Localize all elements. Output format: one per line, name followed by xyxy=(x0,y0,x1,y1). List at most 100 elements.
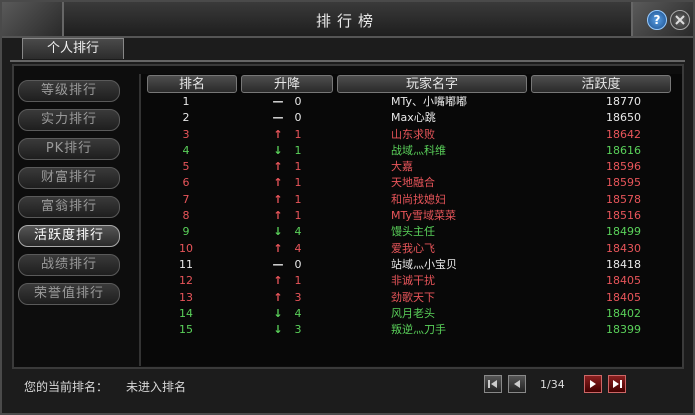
player-name-cell: 天地融合 xyxy=(391,176,435,190)
sidebar-item-4[interactable]: 富翁排行 xyxy=(18,196,120,218)
category-sidebar: 等级排行实力排行 PK排行财富排行富翁排行活跃度排行战绩排行荣誉值排行 xyxy=(18,80,126,312)
rank-cell: 5 xyxy=(182,160,190,174)
help-button[interactable]: ? xyxy=(647,10,667,30)
sidebar-item-7[interactable]: 荣誉值排行 xyxy=(18,283,120,305)
activity-score-cell: 18399 xyxy=(606,323,641,337)
table-row[interactable]: 10 ↑ 4 爱我心飞 18430 xyxy=(141,241,682,257)
first-page-button[interactable] xyxy=(484,375,502,393)
change-value-cell: 4 xyxy=(294,225,302,239)
table-row[interactable]: 12 ↑ 1 非诚干扰 18405 xyxy=(141,273,682,289)
table-row[interactable]: 1 — 0 MTy、小嘴嘟嘟 18770 xyxy=(141,94,682,110)
change-arrow-icon: ↑ xyxy=(273,290,283,304)
change-arrow-icon: — xyxy=(272,95,284,108)
table-row[interactable]: 3 ↑ 1 山东求败 18642 xyxy=(141,127,682,143)
table-row[interactable]: 7 ↑ 1 和尚找媳妇 18578 xyxy=(141,192,682,208)
current-rank-label: 您的当前排名： xyxy=(24,380,109,394)
prev-page-icon xyxy=(514,380,520,388)
ranking-table: 排名 升降 玩家名字 活跃度 1—0 MTy、小嘴嘟嘟 18770 2—0 Max心跳 1… xyxy=(139,74,682,366)
next-page-button[interactable] xyxy=(584,375,602,393)
rank-cell: 2 xyxy=(182,111,190,125)
activity-score-cell: 18616 xyxy=(606,143,641,157)
last-page-button[interactable] xyxy=(608,375,626,393)
player-name-cell: 馒头主任 xyxy=(391,225,435,239)
header-change: 升降 xyxy=(241,75,333,93)
change-arrow-icon: ↓ xyxy=(273,323,283,337)
change-arrow-icon: ↑ xyxy=(273,241,283,255)
activity-score-cell: 18405 xyxy=(606,290,641,304)
title-bar: 排行榜 ? xyxy=(2,2,693,38)
header-rank: 排名 xyxy=(147,75,237,93)
activity-score-cell: 18418 xyxy=(606,257,641,271)
close-icon xyxy=(675,15,685,25)
first-page-icon xyxy=(488,380,497,388)
change-value-cell: 1 xyxy=(294,209,302,223)
table-row[interactable]: 14 ↓ 4 风月老头 18402 xyxy=(141,306,682,322)
sidebar-item-5[interactable]: 活跃度排行 xyxy=(18,225,120,247)
activity-score-cell: 18578 xyxy=(606,192,641,206)
sidebar-item-6[interactable]: 战绩排行 xyxy=(18,254,120,276)
prev-page-button[interactable] xyxy=(508,375,526,393)
player-name-cell: 非诚干扰 xyxy=(391,274,435,288)
change-value-cell: 1 xyxy=(294,176,302,190)
table-row[interactable]: 6 ↑ 1 天地融合 18595 xyxy=(141,175,682,191)
change-value-cell: 1 xyxy=(294,274,302,288)
change-value-cell: 0 xyxy=(294,95,302,108)
activity-score-cell: 18596 xyxy=(606,160,641,174)
table-body: 1—0 MTy、小嘴嘟嘟 18770 2—0 Max心跳 18650 3 ↑ 1 山东求败 1864… xyxy=(141,94,682,338)
ranking-window: 排行榜 ? 个人排行 等级排行实力排行 PK排行财富排行富翁排行活跃度排行战绩排行… xyxy=(0,0,695,415)
player-name-cell: 叛逆灬刀手 xyxy=(391,323,446,337)
change-arrow-icon: ↑ xyxy=(273,274,283,288)
tab-bar: 个人排行 xyxy=(10,38,685,62)
change-arrow-icon: ↓ xyxy=(273,225,283,239)
sidebar-item-1[interactable]: 实力排行 xyxy=(18,109,120,131)
table-row[interactable]: 9 ↓ 4 馒头主任 18499 xyxy=(141,224,682,240)
change-arrow-icon: — xyxy=(272,111,284,125)
table-row[interactable]: 13 ↑ 3 劲歌天下 18405 xyxy=(141,290,682,306)
activity-score-cell: 18430 xyxy=(606,241,641,255)
table-row[interactable]: 15 ↓ 3 叛逆灬刀手 18399 xyxy=(141,322,682,338)
sidebar-item-3[interactable]: 财富排行 xyxy=(18,167,120,189)
last-page-icon xyxy=(613,380,622,388)
change-arrow-icon: ↑ xyxy=(273,209,283,223)
change-arrow-icon: ↑ xyxy=(273,192,283,206)
table-row[interactable]: 5 ↑ 1 大嘉 18596 xyxy=(141,159,682,175)
activity-score-cell: 18642 xyxy=(606,127,641,141)
table-row[interactable]: 4 ↓ 1 战域灬科维 18616 xyxy=(141,143,682,159)
close-button[interactable] xyxy=(670,10,690,30)
rank-cell: 1 xyxy=(182,95,190,108)
change-arrow-icon: ↓ xyxy=(273,306,283,320)
change-value-cell: 0 xyxy=(294,257,302,271)
table-header: 排名 升降 玩家名字 活跃度 xyxy=(141,74,682,94)
table-row[interactable]: 11 — 0 站域灬小宝贝 18418 xyxy=(141,257,682,273)
header-player-name: 玩家名字 xyxy=(337,75,527,93)
change-arrow-icon: — xyxy=(272,257,284,271)
rank-cell: 10 xyxy=(179,241,193,255)
header-activity: 活跃度 xyxy=(531,75,671,93)
sidebar-item-2[interactable]: PK排行 xyxy=(18,138,120,160)
rank-cell: 14 xyxy=(179,306,193,320)
table-row[interactable]: 2 — 0 Max心跳 18650 xyxy=(141,110,682,126)
player-name-cell: MTy雪域菜菜 xyxy=(391,209,457,223)
change-value-cell: 3 xyxy=(294,290,302,304)
rank-cell: 13 xyxy=(179,290,193,304)
rank-cell: 11 xyxy=(179,257,193,271)
player-name-cell: 劲歌天下 xyxy=(391,290,435,304)
sidebar-item-0[interactable]: 等级排行 xyxy=(18,80,120,102)
activity-score-cell: 18402 xyxy=(606,306,641,320)
tab-personal-ranking[interactable]: 个人排行 xyxy=(22,38,124,59)
player-name-cell: Max心跳 xyxy=(391,111,436,125)
activity-score-cell: 18499 xyxy=(606,225,641,239)
change-value-cell: 1 xyxy=(294,160,302,174)
rank-cell: 4 xyxy=(182,143,190,157)
table-row[interactable]: 8 ↑ 1 MTy雪域菜菜 18516 xyxy=(141,208,682,224)
player-name-cell: 爱我心飞 xyxy=(391,241,435,255)
change-arrow-icon: ↑ xyxy=(273,176,283,190)
rank-cell: 9 xyxy=(182,225,190,239)
player-name-cell: 大嘉 xyxy=(391,160,413,174)
activity-score-cell: 18595 xyxy=(606,176,641,190)
rank-cell: 12 xyxy=(179,274,193,288)
change-arrow-icon: ↑ xyxy=(273,160,283,174)
player-name-cell: 战域灬科维 xyxy=(391,143,446,157)
rank-cell: 6 xyxy=(182,176,190,190)
activity-score-cell: 18405 xyxy=(606,274,641,288)
